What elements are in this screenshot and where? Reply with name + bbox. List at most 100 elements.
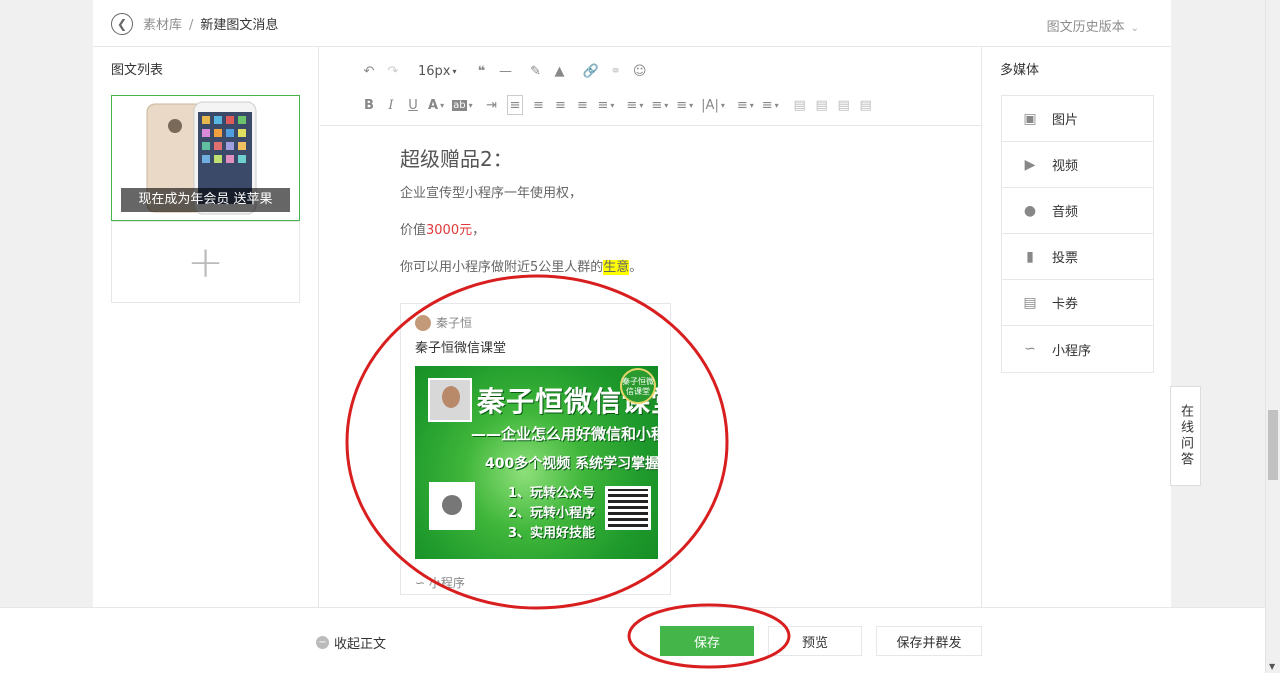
line-height-icon[interactable]: ≡	[676, 95, 693, 115]
breadcrumb-separator: /	[189, 18, 194, 33]
media-item-audio[interactable]: ● 音频	[1002, 188, 1153, 234]
media-item-coupon[interactable]: ▤ 卡券	[1002, 280, 1153, 326]
price-prefix: 价值	[400, 223, 427, 238]
article-list-title: 图文列表	[111, 63, 164, 78]
emoji-icon[interactable]: ☺	[633, 61, 647, 81]
history-versions-dropdown[interactable]: 图文历史版本 ⌄	[1047, 16, 1139, 35]
quote-icon[interactable]: ❝	[475, 61, 489, 81]
breadcrumb-current: 新建图文消息	[200, 18, 279, 33]
banner-subtitle: ——企业怎么用好微信和小程序	[471, 425, 658, 443]
unlink-icon[interactable]: ⚭	[609, 61, 623, 81]
mini-program-card[interactable]: 秦子恒 秦子恒微信课堂 秦子恒微信课堂 秦子恒微信课堂 ——企业怎么用好微信和小…	[400, 303, 671, 595]
editor-area: ↶ ↷ 16px ❝ — ✎ ▲ 🔗 ⚭ ☺ B I U A ab ⇥ ≡ ≡ …	[320, 47, 981, 607]
scroll-down-icon[interactable]: ▼	[1269, 662, 1275, 671]
body-heading: 超级赠品2：	[400, 147, 513, 171]
online-qa-button[interactable]: 在线问答	[1170, 386, 1201, 486]
font-size-select[interactable]: 16px	[418, 61, 457, 81]
article-list-panel: 图文列表 现在成为年会员 送苹果 +	[93, 47, 319, 607]
article-body[interactable]: 超级赠品2： 企业宣传型小程序一年使用权， 价值3000元， 你可以用小程序做附…	[400, 143, 960, 293]
toolbar-row-1: ↶ ↷ 16px ❝ — ✎ ▲ 🔗 ⚭ ☺	[362, 59, 647, 83]
body-paragraph-3: 你可以用小程序做附近5公里人群的生意。	[400, 256, 960, 276]
format-painter-icon[interactable]: ✎	[529, 61, 543, 81]
price-value: 3000元	[426, 223, 473, 238]
scrollbar[interactable]: ▼	[1265, 0, 1280, 673]
unordered-list-icon[interactable]: ≡	[762, 95, 779, 115]
breadcrumb-root[interactable]: 素材库	[143, 18, 182, 33]
image-icon: ▣	[1023, 110, 1037, 127]
mini-card-author: 秦子恒	[436, 316, 473, 330]
link-icon[interactable]: 🔗	[583, 61, 599, 81]
save-button[interactable]: 保存	[660, 626, 754, 656]
add-article-button[interactable]: +	[111, 221, 300, 303]
media-item-image[interactable]: ▣ 图片	[1002, 96, 1153, 142]
indent-icon[interactable]: ⇥	[485, 95, 499, 115]
float-right-icon[interactable]: ▤	[815, 95, 829, 115]
collapse-body-button[interactable]: − 收起正文	[316, 633, 386, 652]
media-item-vote[interactable]: ▮ 投票	[1002, 234, 1153, 280]
banner-subtitle-2: 400多个视频 系统学习掌握	[485, 456, 658, 472]
table-icon[interactable]: ▤	[859, 95, 873, 115]
horizontal-rule-icon[interactable]: —	[499, 61, 513, 81]
vote-icon: ▮	[1026, 248, 1034, 265]
float-none-icon[interactable]: ▤	[837, 95, 851, 115]
banner-list: 1、玩转公众号 2、玩转小程序 3、实用好技能	[508, 484, 595, 544]
mini-card-footer: ∽ 小程序	[415, 574, 465, 591]
italic-icon[interactable]: I	[384, 95, 398, 115]
page-header: ❮ 素材库 / 新建图文消息 图文历史版本 ⌄	[93, 0, 1171, 47]
save-and-publish-button[interactable]: 保存并群发	[876, 626, 982, 656]
background-color-icon[interactable]: ab	[452, 95, 473, 115]
audio-icon: ●	[1023, 202, 1037, 219]
media-item-label: 视频	[1052, 159, 1079, 174]
spacing-after-icon[interactable]: ≡	[651, 95, 668, 115]
float-left-icon[interactable]: ▤	[793, 95, 807, 115]
media-item-miniprogram[interactable]: ∽ 小程序	[1002, 326, 1153, 372]
undo-icon[interactable]: ↶	[362, 61, 376, 81]
letter-spacing-icon[interactable]: |A|	[701, 95, 725, 115]
align-justify-icon[interactable]: ≡	[575, 95, 589, 115]
coupon-icon: ▤	[1023, 294, 1037, 311]
align-center-icon[interactable]: ≡	[531, 95, 545, 115]
p3-suffix: 。	[629, 260, 643, 275]
collapse-icon: −	[316, 636, 329, 649]
mini-card-header: 秦子恒	[415, 314, 472, 331]
mini-card-title: 秦子恒微信课堂	[415, 341, 507, 356]
editor-frame: ❮ 素材库 / 新建图文消息 图文历史版本 ⌄ 图文列表 现在成为年会员 送苹果 +	[93, 0, 1171, 607]
align-left-icon[interactable]: ≡	[506, 95, 524, 115]
banner-badge: 秦子恒微信课堂	[620, 368, 656, 404]
multimedia-panel: 多媒体 ▣ 图片 ▶ 视频 ● 音频 ▮ 投票 ▤ 卡券 ∽ 小程序	[981, 47, 1171, 607]
miniprogram-icon: ∽	[415, 576, 426, 590]
align-right-icon[interactable]: ≡	[553, 95, 567, 115]
breadcrumb: 素材库 / 新建图文消息	[143, 14, 278, 33]
article-card[interactable]: 现在成为年会员 送苹果	[111, 95, 300, 221]
banner-list-item: 2、玩转小程序	[508, 506, 596, 521]
miniprogram-icon: ∽	[1024, 341, 1036, 357]
article-card-caption: 现在成为年会员 送苹果	[121, 188, 290, 212]
editor-toolbar: ↶ ↷ 16px ❝ — ✎ ▲ 🔗 ⚭ ☺ B I U A ab ⇥ ≡ ≡ …	[320, 47, 981, 126]
toolbar-row-2: B I U A ab ⇥ ≡ ≡ ≡ ≡ ≡ ≡ ≡ ≡ |A| ≡ ≡ ▤ ▤…	[362, 93, 873, 117]
multimedia-title: 多媒体	[1000, 63, 1040, 78]
underline-icon[interactable]: U	[406, 95, 420, 115]
mini-card-banner: 秦子恒微信课堂 秦子恒微信课堂 ——企业怎么用好微信和小程序 400多个视频 系…	[415, 366, 658, 559]
banner-list-item: 3、实用好技能	[508, 526, 596, 541]
avatar	[415, 314, 431, 331]
preview-button[interactable]: 预览	[768, 626, 862, 656]
spacing-before-icon[interactable]: ≡	[626, 95, 643, 115]
back-button[interactable]: ❮	[111, 13, 133, 35]
bold-icon[interactable]: B	[362, 95, 376, 115]
ordered-list-icon[interactable]: ≡	[737, 95, 754, 115]
media-item-video[interactable]: ▶ 视频	[1002, 142, 1153, 188]
body-paragraph-2: 价值3000元，	[400, 219, 960, 239]
redo-icon[interactable]: ↷	[386, 61, 400, 81]
media-item-label: 图片	[1052, 113, 1079, 128]
highlighted-text: 生意	[603, 260, 630, 275]
chevron-down-icon: ⌄	[1130, 23, 1139, 34]
font-color-icon[interactable]: A	[428, 95, 444, 115]
media-item-label: 音频	[1052, 205, 1079, 220]
clear-format-icon[interactable]: ▲	[553, 61, 567, 81]
price-suffix: ，	[472, 223, 486, 238]
video-icon: ▶	[1024, 156, 1036, 173]
multimedia-list: ▣ 图片 ▶ 视频 ● 音频 ▮ 投票 ▤ 卡券 ∽ 小程序	[1001, 95, 1154, 373]
bottom-action-bar: − 收起正文 保存 预览 保存并群发	[0, 607, 1265, 673]
indent-select-icon[interactable]: ≡	[597, 95, 614, 115]
scrollbar-thumb[interactable]	[1268, 410, 1278, 480]
